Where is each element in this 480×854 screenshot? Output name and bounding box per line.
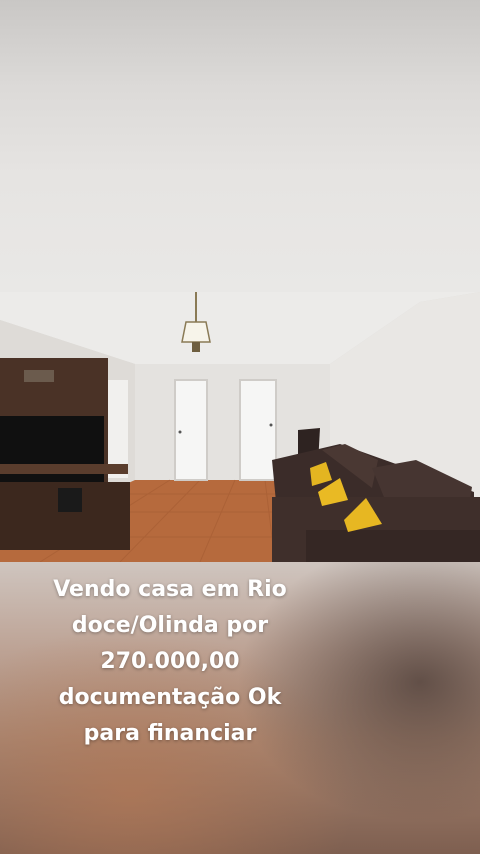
caption-line-5: para financiar [83, 721, 257, 746]
caption-price: 270.000,00 [100, 649, 240, 674]
listing-caption: Vendo casa em Rio doce/Olinda por 270.00… [0, 572, 340, 752]
room-photo [0, 292, 480, 562]
caption-line-1: Vendo casa em Rio [53, 577, 287, 602]
blurred-background-top [0, 0, 480, 292]
caption-line-2: doce/Olinda por [71, 613, 269, 638]
caption-line-4: documentação Ok [58, 685, 282, 710]
